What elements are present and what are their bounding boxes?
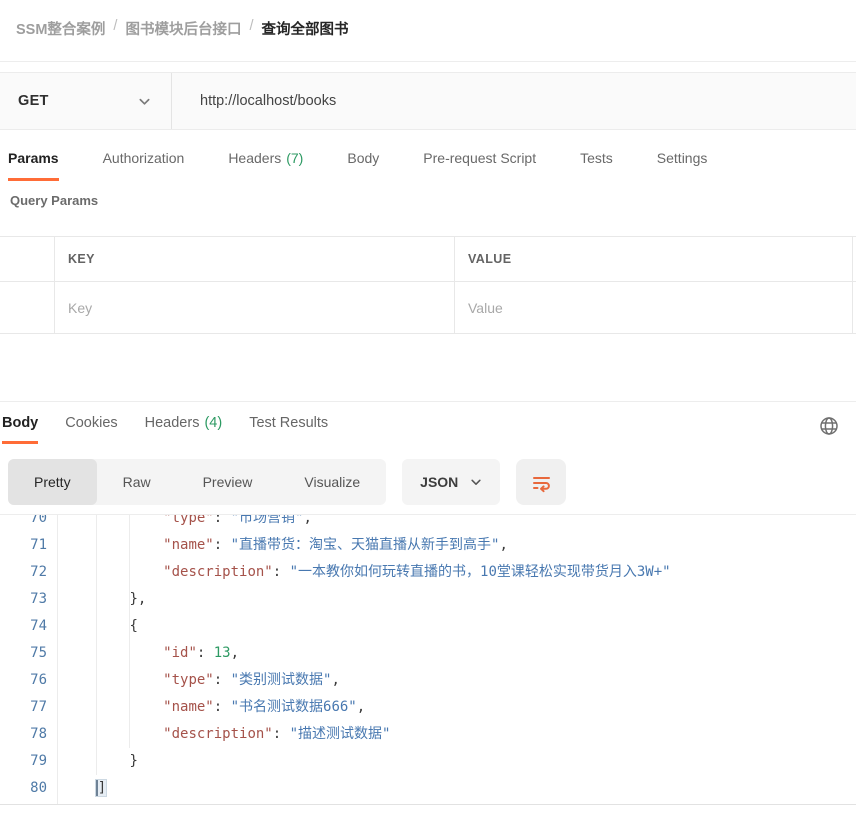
code-line: 73 }, bbox=[0, 586, 856, 613]
code-line: 78 "description": "描述测试数据" bbox=[0, 721, 856, 748]
chevron-down-icon bbox=[470, 476, 482, 488]
line-number: 76 bbox=[0, 667, 56, 694]
value-column-header: VALUE bbox=[455, 252, 511, 266]
request-tabs: Params Authorization Headers(7) Body Pre-req… bbox=[0, 130, 856, 181]
params-select-column bbox=[0, 237, 55, 281]
params-row-handle bbox=[0, 282, 55, 333]
code-line-text: "name": "直播带货：淘宝、天猫直播从新手到高手", bbox=[56, 532, 508, 559]
view-mode-preview[interactable]: Preview bbox=[177, 459, 279, 505]
tab-settings[interactable]: Settings bbox=[657, 150, 708, 181]
response-pane-divider bbox=[0, 401, 856, 402]
response-tabs: Body Cookies Headers(4) Test Results bbox=[2, 415, 328, 444]
code-line-text: ] bbox=[56, 775, 106, 802]
code-line: 71 "name": "直播带货：淘宝、天猫直播从新手到高手", bbox=[0, 532, 856, 559]
line-number: 73 bbox=[0, 586, 56, 613]
line-number: 75 bbox=[0, 640, 56, 667]
line-number: 70 bbox=[0, 514, 56, 532]
tab-test-results[interactable]: Test Results bbox=[249, 415, 328, 444]
code-line-text: "type": "类别测试数据", bbox=[56, 667, 340, 694]
code-line-text: { bbox=[56, 613, 138, 640]
code-line-text: }, bbox=[56, 586, 146, 613]
tab-count-badge: (7) bbox=[286, 150, 303, 166]
tab-authorization[interactable]: Authorization bbox=[103, 150, 185, 181]
url-input[interactable] bbox=[172, 73, 856, 129]
tab-body[interactable]: Body bbox=[2, 415, 38, 444]
breadcrumb-item-request[interactable]: 查询全部图书 bbox=[261, 18, 348, 39]
params-table-header-row: KEY VALUE bbox=[0, 237, 856, 282]
code-line: 76 "type": "类别测试数据", bbox=[0, 667, 856, 694]
code-line-text: "description": "描述测试数据" bbox=[56, 721, 390, 748]
code-line: 77 "name": "书名测试数据666", bbox=[0, 694, 856, 721]
code-line: 70 "type": "市场营销", bbox=[0, 514, 856, 532]
tab-params[interactable]: Params bbox=[8, 150, 59, 181]
line-number: 72 bbox=[0, 559, 56, 586]
code-line-text: "description": "一本教你如何玩转直播的书，10堂课轻松实现带货月… bbox=[56, 559, 671, 586]
view-mode-pretty[interactable]: Pretty bbox=[8, 459, 97, 505]
line-number: 78 bbox=[0, 721, 56, 748]
code-line: 74 { bbox=[0, 613, 856, 640]
response-header: Body Cookies Headers(4) Test Results bbox=[0, 415, 856, 444]
wrap-text-button[interactable] bbox=[516, 459, 566, 505]
line-number: 77 bbox=[0, 694, 56, 721]
breadcrumb-separator: / bbox=[113, 18, 117, 34]
view-mode-visualize[interactable]: Visualize bbox=[278, 459, 386, 505]
params-table-row bbox=[0, 282, 856, 333]
globe-icon bbox=[818, 415, 840, 437]
line-number: 74 bbox=[0, 613, 56, 640]
query-params-title: Query Params bbox=[10, 193, 856, 210]
wrap-text-icon bbox=[531, 472, 552, 493]
key-column-header: KEY bbox=[55, 252, 95, 266]
breadcrumb-item-collection[interactable]: SSM整合案例 bbox=[16, 18, 105, 39]
language-label: JSON bbox=[420, 474, 458, 490]
code-line: 75 "id": 13, bbox=[0, 640, 856, 667]
method-selector[interactable]: GET bbox=[0, 73, 172, 129]
method-label: GET bbox=[18, 93, 49, 109]
request-url-bar: GET bbox=[0, 72, 856, 130]
tab-count-badge: (4) bbox=[204, 415, 222, 431]
tab-headers[interactable]: Headers(4) bbox=[145, 415, 223, 444]
param-key-input[interactable] bbox=[55, 300, 454, 316]
view-mode-raw[interactable]: Raw bbox=[97, 459, 177, 505]
response-body-code[interactable]: 70 "type": "市场营销",71 "name": "直播带货：淘宝、天猫… bbox=[0, 514, 856, 805]
code-line: 72 "description": "一本教你如何玩转直播的书，10堂课轻松实现… bbox=[0, 559, 856, 586]
tab-headers[interactable]: Headers(7) bbox=[228, 150, 303, 181]
network-info-button[interactable] bbox=[816, 413, 842, 439]
breadcrumb-item-folder[interactable]: 图书模块后台接口 bbox=[125, 18, 241, 39]
code-line-text: "type": "市场营销", bbox=[56, 514, 312, 532]
tab-pre-request-script[interactable]: Pre-request Script bbox=[423, 150, 536, 181]
params-table: KEY VALUE bbox=[0, 236, 856, 334]
code-lines: 70 "type": "市场营销",71 "name": "直播带货：淘宝、天猫… bbox=[0, 514, 856, 802]
chevron-down-icon bbox=[138, 95, 151, 108]
line-number: 79 bbox=[0, 748, 56, 775]
line-number: 80 bbox=[0, 775, 56, 802]
response-format-bar: PrettyRawPreviewVisualize JSON bbox=[8, 459, 856, 505]
tab-body[interactable]: Body bbox=[347, 150, 379, 181]
tab-cookies[interactable]: Cookies bbox=[65, 415, 117, 444]
code-line-text: } bbox=[56, 748, 138, 775]
code-line: 80 ] bbox=[0, 775, 856, 802]
tab-tests[interactable]: Tests bbox=[580, 150, 613, 181]
code-line-text: "name": "书名测试数据666", bbox=[56, 694, 365, 721]
breadcrumb-separator: / bbox=[249, 18, 253, 34]
code-line: 79 } bbox=[0, 748, 856, 775]
line-number: 71 bbox=[0, 532, 56, 559]
language-dropdown[interactable]: JSON bbox=[402, 459, 500, 505]
breadcrumb: SSM整合案例 / 图书模块后台接口 / 查询全部图书 bbox=[0, 0, 856, 62]
param-value-input[interactable] bbox=[455, 300, 852, 316]
code-line-text: "id": 13, bbox=[56, 640, 239, 667]
view-mode-switch: PrettyRawPreviewVisualize bbox=[8, 459, 386, 505]
